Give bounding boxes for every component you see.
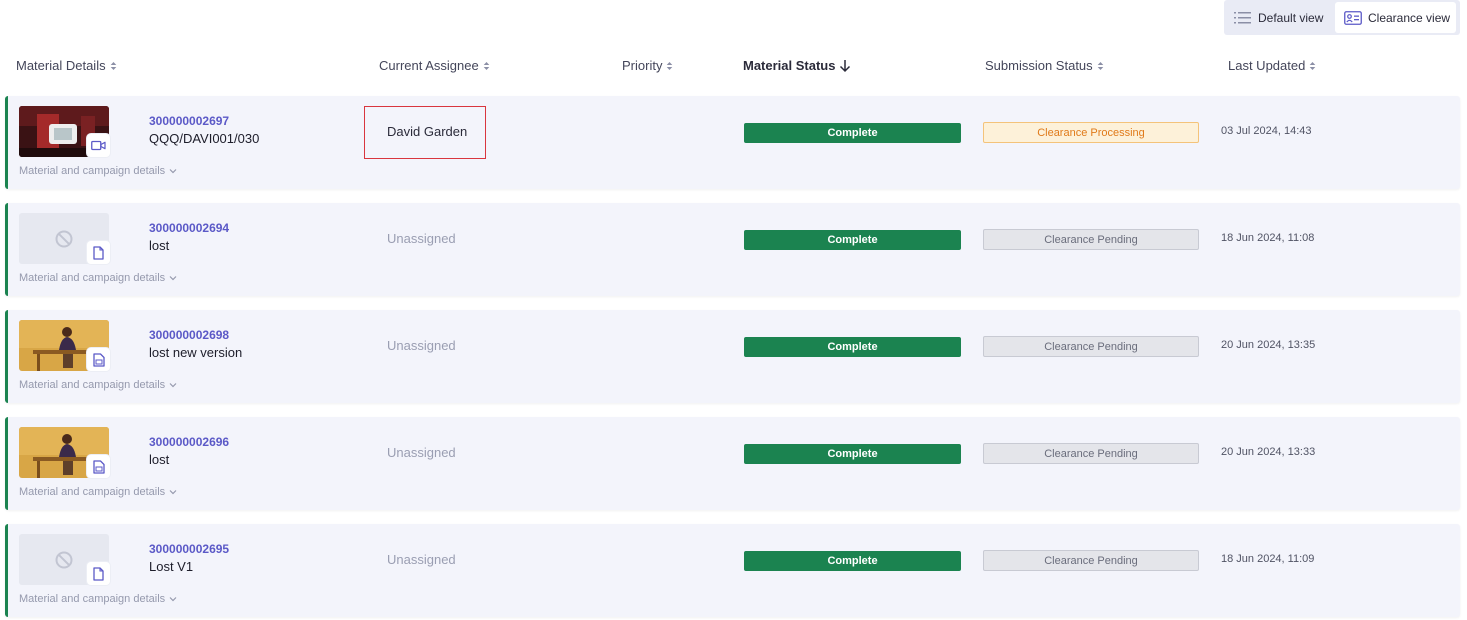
document-icon (93, 245, 104, 260)
assignee-name[interactable]: Unassigned (387, 552, 456, 567)
column-header-priority[interactable]: Priority (622, 58, 673, 73)
sort-icon (1097, 61, 1103, 70)
column-label: Current Assignee (379, 58, 479, 73)
default-view-button[interactable]: Default view (1234, 2, 1323, 33)
material-status-badge: Complete (744, 230, 961, 250)
chevron-down-icon (169, 383, 177, 388)
chevron-down-icon (169, 169, 177, 174)
submission-status-badge: Clearance Pending (983, 229, 1199, 250)
sort-icon (110, 61, 116, 70)
material-status-badge: Complete (744, 444, 961, 464)
default-view-label: Default view (1258, 10, 1324, 25)
material-name: QQQ/DAVI001/030 (149, 131, 260, 146)
column-label: Last Updated (1228, 58, 1306, 73)
video-icon (91, 140, 106, 151)
sort-icon (667, 61, 673, 70)
submission-status-badge: Clearance Pending (983, 443, 1199, 464)
material-name: Lost V1 (149, 559, 194, 574)
image-type-badge (87, 455, 110, 478)
submission-status-badge: Clearance Pending (983, 550, 1199, 571)
clearance-view-label: Clearance view (1368, 10, 1451, 25)
table-row[interactable]: 300000002695 Lost V1 Material and campai… (5, 524, 1460, 617)
submission-status-badge: Clearance Processing (983, 122, 1199, 143)
document-type-badge (87, 241, 110, 264)
sort-icon (1310, 61, 1316, 70)
chevron-down-icon (169, 276, 177, 281)
column-header-material-details[interactable]: Material Details (16, 58, 117, 73)
details-label: Material and campaign details (19, 379, 166, 391)
column-header-last-updated[interactable]: Last Updated (1228, 58, 1316, 73)
chevron-down-icon (169, 597, 177, 602)
image-file-icon (92, 352, 105, 367)
no-preview-icon (55, 551, 73, 568)
sort-icon (483, 61, 490, 70)
document-icon (93, 566, 104, 581)
material-id-link[interactable]: 300000002694 (149, 221, 229, 235)
list-icon (1234, 11, 1251, 23)
material-id-link[interactable]: 300000002698 (149, 328, 229, 342)
column-label: Material Details (16, 58, 106, 73)
material-details-toggle[interactable]: Material and campaign details (19, 272, 177, 284)
assignee-name[interactable]: David Garden (387, 124, 467, 139)
material-status-badge: Complete (744, 337, 961, 357)
last-updated: 18 Jun 2024, 11:09 (1221, 553, 1315, 565)
last-updated: 18 Jun 2024, 11:08 (1221, 232, 1315, 244)
material-details-toggle[interactable]: Material and campaign details (19, 593, 177, 605)
table-row[interactable]: 300000002694 lost Material and campaign … (5, 203, 1460, 296)
clearance-view-button[interactable]: Clearance view (1335, 2, 1456, 33)
assignee-name[interactable]: Unassigned (387, 338, 456, 353)
column-label: Submission Status (985, 58, 1093, 73)
chevron-down-icon (169, 490, 177, 495)
no-preview-icon (55, 230, 73, 247)
material-id-link[interactable]: 300000002697 (149, 114, 229, 128)
details-label: Material and campaign details (19, 486, 166, 498)
submission-status-badge: Clearance Pending (983, 336, 1199, 357)
column-header-material-status[interactable]: Material Status (743, 58, 851, 73)
document-type-badge (87, 562, 110, 585)
table-row[interactable]: 300000002697 QQQ/DAVI001/030 Material an… (5, 96, 1460, 189)
last-updated: 03 Jul 2024, 14:43 (1221, 125, 1312, 137)
material-details-toggle[interactable]: Material and campaign details (19, 165, 177, 177)
details-label: Material and campaign details (19, 165, 166, 177)
last-updated: 20 Jun 2024, 13:35 (1221, 339, 1316, 351)
arrow-down-icon (840, 59, 851, 72)
material-status-badge: Complete (744, 551, 961, 571)
video-type-badge (87, 134, 110, 157)
assignee-name[interactable]: Unassigned (387, 445, 456, 460)
material-name: lost (149, 452, 170, 467)
view-toggle: Default view Clearance view (1224, 0, 1460, 35)
image-type-badge (87, 348, 110, 371)
column-label: Priority (622, 58, 663, 73)
material-details-toggle[interactable]: Material and campaign details (19, 379, 177, 391)
column-header-submission-status[interactable]: Submission Status (985, 58, 1104, 73)
assignee-name[interactable]: Unassigned (387, 231, 456, 246)
material-details-toggle[interactable]: Material and campaign details (19, 486, 177, 498)
details-label: Material and campaign details (19, 272, 166, 284)
image-file-icon (92, 459, 105, 474)
material-id-link[interactable]: 300000002695 (149, 542, 229, 556)
column-label: Material Status (743, 58, 836, 73)
column-header-current-assignee[interactable]: Current Assignee (379, 58, 490, 73)
details-label: Material and campaign details (19, 593, 166, 605)
material-name: lost new version (149, 345, 243, 360)
last-updated: 20 Jun 2024, 13:33 (1221, 446, 1316, 458)
table-row[interactable]: 300000002698 lost new version Material a… (5, 310, 1460, 403)
material-status-badge: Complete (744, 123, 961, 143)
material-name: lost (149, 238, 170, 253)
id-card-icon (1344, 10, 1362, 25)
material-id-link[interactable]: 300000002696 (149, 435, 229, 449)
table-row[interactable]: 300000002696 lost Material and campaign … (5, 417, 1460, 510)
